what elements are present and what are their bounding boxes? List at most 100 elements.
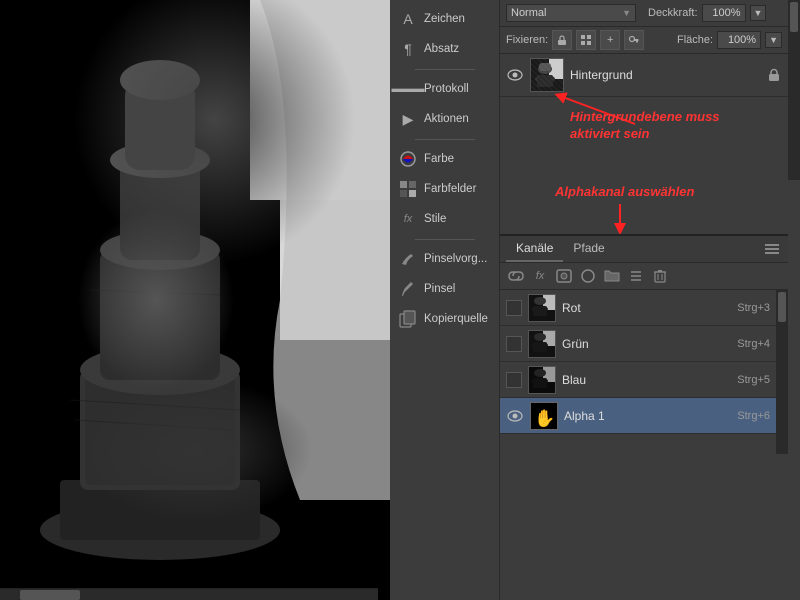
- sidebar-item-zeichen[interactable]: A Zeichen: [390, 4, 499, 34]
- channel-name-blau: Blau: [562, 373, 731, 387]
- sidebar-item-pinselvorgaben[interactable]: Pinselvorg...: [390, 244, 499, 274]
- annotation-alpha-svg: [500, 174, 760, 234]
- layers-panel: Hintergrund Hintergrundebene muss a: [500, 54, 788, 234]
- channel-name-rot: Rot: [562, 301, 731, 315]
- sidebar-label-pinselvorgaben: Pinselvorg...: [424, 253, 487, 265]
- layer-item-hintergrund[interactable]: Hintergrund: [500, 54, 788, 97]
- layer-lock-icon: [766, 67, 782, 83]
- layer-thumbnail-hintergrund: [530, 58, 564, 92]
- layers-scrollbar-thumb[interactable]: [790, 2, 798, 32]
- channel-checkbox-blau[interactable]: [506, 372, 522, 388]
- flaeche-value: 100%: [728, 34, 756, 46]
- channel-shortcut-blau: Strg+5: [737, 374, 770, 386]
- sidebar-label-stile: Stile: [424, 213, 446, 225]
- channel-item-alpha1[interactable]: ✋ Alpha 1 Strg+6: [500, 398, 776, 434]
- mask-icon-btn[interactable]: [554, 266, 574, 286]
- folder-icon-btn[interactable]: [602, 266, 622, 286]
- farbe-icon: [398, 149, 418, 169]
- sidebar-item-farbfelder[interactable]: Farbfelder: [390, 174, 499, 204]
- sidebar-item-absatz[interactable]: ¶ Absatz: [390, 34, 499, 64]
- tab-pfade[interactable]: Pfade: [563, 236, 614, 262]
- channels-scrollbar[interactable]: [776, 290, 788, 454]
- options-bar: Fixieren: + Fläche: 100% ▼: [500, 27, 788, 54]
- sidebar-item-pinsel[interactable]: Pinsel: [390, 274, 499, 304]
- channel-checkbox-rot[interactable]: [506, 300, 522, 316]
- lock-position-btn[interactable]: [552, 30, 572, 50]
- blend-mode-arrow-icon: ▼: [622, 8, 631, 18]
- lock-pixel-btn[interactable]: [576, 30, 596, 50]
- channel-thumb-alpha1: ✋: [530, 402, 558, 430]
- sidebar-item-stile[interactable]: fx Stile: [390, 204, 499, 234]
- opacity-dropdown-btn[interactable]: ▼: [750, 5, 767, 21]
- kopierquelle-icon: [398, 309, 418, 329]
- canvas-area: [0, 0, 390, 600]
- absatz-icon: ¶: [398, 39, 418, 59]
- canvas-image-svg: [0, 0, 390, 588]
- lock-key-btn[interactable]: [624, 30, 644, 50]
- channels-items: Rot Strg+3 Grün Strg+4: [500, 290, 776, 454]
- channel-checkbox-gruen[interactable]: [506, 336, 522, 352]
- lines-icon-btn[interactable]: [626, 266, 646, 286]
- layer-visibility-toggle[interactable]: [506, 66, 524, 84]
- channel-item-rot[interactable]: Rot Strg+3: [500, 290, 776, 326]
- annotation-alpha: Alphakanal auswählen: [555, 184, 694, 201]
- channel-thumb-gruen: [528, 330, 556, 358]
- sidebar-label-farbe: Farbe: [424, 153, 454, 165]
- aktionen-icon: ▶: [398, 109, 418, 129]
- channel-name-gruen: Grün: [562, 337, 731, 351]
- sidebar-divider-1: [398, 66, 491, 72]
- opacity-label: Deckkraft:: [648, 7, 698, 19]
- flaeche-field[interactable]: 100%: [717, 31, 761, 49]
- right-panel: A Zeichen ¶ Absatz ▬▬▬ Protokoll ▶ Aktio…: [390, 0, 800, 600]
- protokoll-icon: ▬▬▬: [398, 79, 418, 99]
- channels-list: Rot Strg+3 Grün Strg+4: [500, 290, 788, 454]
- channels-menu-btn[interactable]: [762, 239, 782, 259]
- sidebar-item-protokoll[interactable]: ▬▬▬ Protokoll: [390, 74, 499, 104]
- link-icon-btn[interactable]: [506, 266, 526, 286]
- tab-kanaele[interactable]: Kanäle: [506, 236, 563, 262]
- stile-icon: fx: [398, 209, 418, 229]
- channel-item-blau[interactable]: Blau Strg+5: [500, 362, 776, 398]
- channel-shortcut-alpha1: Strg+6: [737, 410, 770, 422]
- sidebar-label-pinsel: Pinsel: [424, 283, 455, 295]
- sidebar-label-protokoll: Protokoll: [424, 83, 469, 95]
- fx-icon-btn[interactable]: fx: [530, 266, 550, 286]
- channel-thumb-rot: [528, 294, 556, 322]
- tab-pfade-label: Pfade: [573, 241, 604, 255]
- sidebar-label-kopierquelle: Kopierquelle: [424, 313, 488, 325]
- blend-mode-value: Normal: [511, 7, 622, 19]
- canvas-image: [0, 0, 390, 600]
- canvas-scrollbar-horizontal[interactable]: [0, 588, 378, 600]
- opacity-field[interactable]: 100%: [702, 4, 746, 22]
- flaeche-label: Fläche:: [677, 34, 713, 46]
- sidebar-item-kopierquelle[interactable]: Kopierquelle: [390, 304, 499, 334]
- circle-icon-btn[interactable]: [578, 266, 598, 286]
- channel-shortcut-gruen: Strg+4: [737, 338, 770, 350]
- channels-scrollbar-thumb[interactable]: [778, 292, 786, 322]
- layers-panel-scrollbar[interactable]: [788, 0, 800, 180]
- pinselvorgaben-icon: [398, 249, 418, 269]
- canvas-scrollbar-thumb[interactable]: [20, 590, 80, 600]
- channels-toolbar: fx: [500, 263, 788, 290]
- sidebar-label-absatz: Absatz: [424, 43, 459, 55]
- blend-mode-select[interactable]: Normal ▼: [506, 4, 636, 22]
- blend-mode-bar: Normal ▼ Deckkraft: 100% ▼: [500, 0, 788, 27]
- channel-item-gruen[interactable]: Grün Strg+4: [500, 326, 776, 362]
- channel-shortcut-rot: Strg+3: [737, 302, 770, 314]
- sidebar-label-zeichen: Zeichen: [424, 13, 465, 25]
- sidebar: A Zeichen ¶ Absatz ▬▬▬ Protokoll ▶ Aktio…: [390, 0, 500, 600]
- bottom-section: Kanäle Pfade fx: [500, 234, 788, 454]
- sidebar-divider-2: [398, 136, 491, 142]
- pinsel-icon: [398, 279, 418, 299]
- main-panel: Normal ▼ Deckkraft: 100% ▼ Fixieren: +: [500, 0, 788, 600]
- tab-kanaele-label: Kanäle: [516, 241, 553, 255]
- opacity-value: 100%: [712, 7, 740, 19]
- sidebar-item-farbe[interactable]: Farbe: [390, 144, 499, 174]
- layer-name-hintergrund: Hintergrund: [570, 68, 760, 82]
- channels-tabs: Kanäle Pfade: [500, 236, 788, 263]
- trash-icon-btn[interactable]: [650, 266, 670, 286]
- lock-all-btn[interactable]: +: [600, 30, 620, 50]
- flaeche-dropdown-btn[interactable]: ▼: [765, 32, 782, 48]
- channel-eye-alpha1[interactable]: [506, 407, 524, 425]
- sidebar-item-aktionen[interactable]: ▶ Aktionen: [390, 104, 499, 134]
